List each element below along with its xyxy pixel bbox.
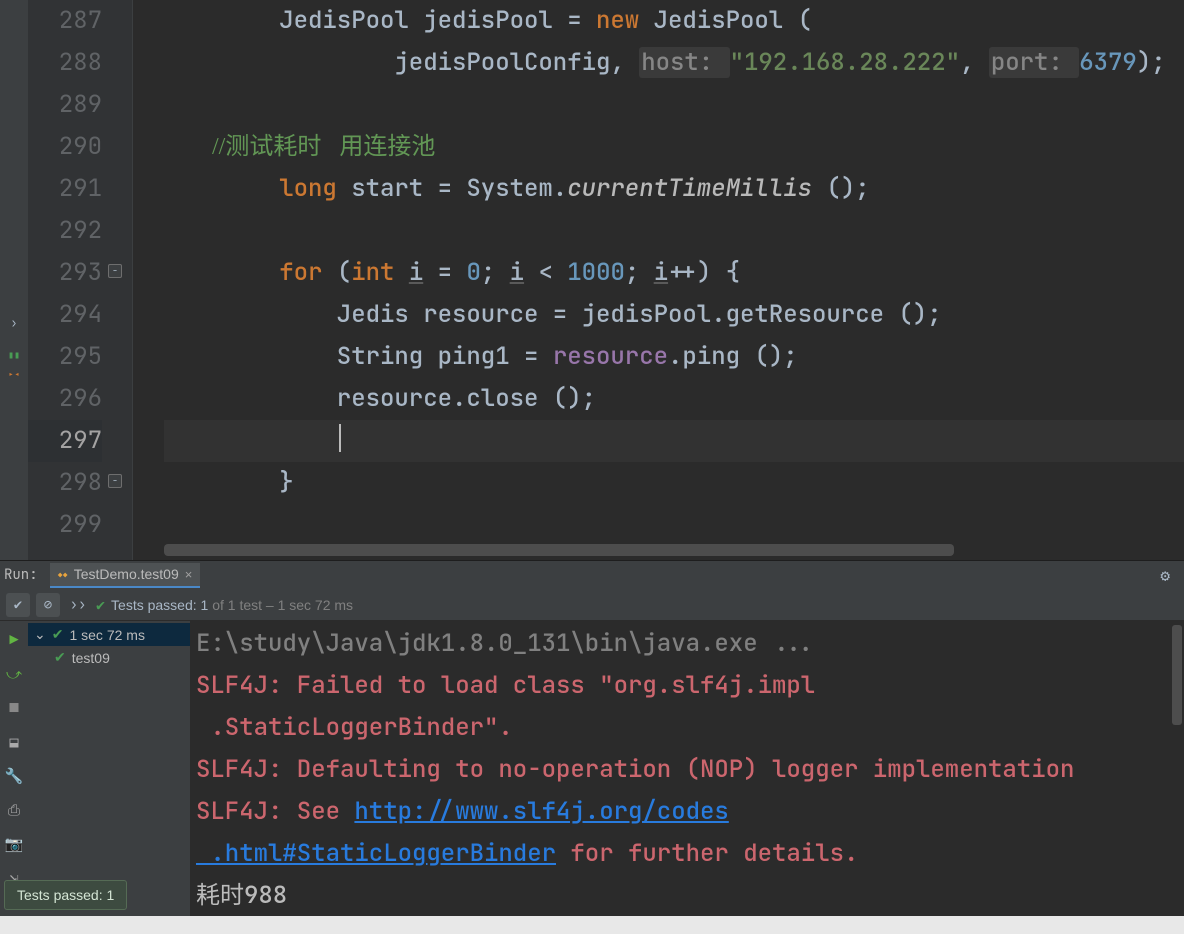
code-line[interactable]: //测试耗时 用连接池 (164, 126, 1184, 168)
line-number: 298− (28, 462, 102, 504)
editor-left-strip: › ▮▮ ▸◂ (0, 0, 28, 560)
code-line[interactable] (164, 210, 1184, 252)
test-config-icon: ⬩⬩ (58, 566, 68, 583)
run-title-label: Run: (4, 566, 38, 584)
settings-button[interactable]: 🔧 (0, 763, 28, 789)
checkmark-icon: ✔ (54, 649, 66, 666)
close-icon[interactable]: × (185, 567, 193, 582)
tests-passed-tooltip: Tests passed: 1 (4, 880, 127, 910)
test-item-label: test09 (72, 650, 110, 666)
code-line[interactable]: resource.close (); (164, 378, 1184, 420)
code-line[interactable]: String ping1 = resource.ping (); (164, 336, 1184, 378)
test-root-row[interactable]: ⌄ ✔ 1 sec 72 ms (28, 623, 190, 646)
tests-status: Tests passed: 1 of 1 test – 1 sec 72 ms (111, 597, 353, 613)
marker-icon: ▮▮ (0, 344, 28, 364)
code-line[interactable]: JedisPool jedisPool = new JedisPool ( (164, 0, 1184, 42)
console-link[interactable]: http://www.slf4j.org/codes (354, 796, 728, 827)
editor-panel: › ▮▮ ▸◂ 287288289290291292293−2942952962… (0, 0, 1184, 560)
console-line: .html#StaticLoggerBinder for further det… (196, 833, 1178, 875)
console-line: 耗时988 (196, 875, 1178, 917)
camera-icon[interactable]: 📷 (0, 831, 28, 857)
fold-toggle-icon[interactable]: − (108, 264, 122, 278)
code-line[interactable]: jedisPoolConfig, host: "192.168.28.222",… (164, 42, 1184, 84)
test-item-row[interactable]: ✔ test09 (28, 646, 190, 669)
gear-icon[interactable]: ⚙ (1160, 565, 1170, 586)
expand-button[interactable]: ›› (66, 593, 90, 617)
fold-toggle-icon[interactable]: − (108, 474, 122, 488)
line-number: 288 (28, 42, 102, 84)
code-line[interactable]: for (int i = 0; i < 1000; i++) { (164, 252, 1184, 294)
toggle-button[interactable]: ⤻ (0, 661, 28, 687)
console-line: SLF4J: Failed to load class "org.slf4j.i… (196, 665, 1178, 707)
show-ignored-button[interactable]: ⊘ (36, 593, 60, 617)
footer-strip (0, 916, 1184, 934)
run-header: Run: ⬩⬩ TestDemo.test09 × ⚙ (0, 561, 1184, 589)
code-line[interactable]: } (164, 462, 1184, 504)
layout-button[interactable]: ⬓ (0, 729, 28, 755)
code-line[interactable]: Jedis resource = jedisPool.getResource (… (164, 294, 1184, 336)
show-passed-button[interactable]: ✔ (6, 593, 30, 617)
expand-icon[interactable]: › (0, 302, 28, 344)
checkmark-icon: ✔ (96, 595, 105, 615)
marker-icon-2: ▸◂ (0, 364, 28, 384)
code-line[interactable] (164, 84, 1184, 126)
console-scrollbar[interactable] (1172, 625, 1182, 725)
run-tab[interactable]: ⬩⬩ TestDemo.test09 × (50, 563, 201, 588)
code-line[interactable] (164, 420, 1184, 462)
line-number: 292 (28, 210, 102, 252)
line-number: 294 (28, 294, 102, 336)
run-toolbar: ✔ ⊘ ›› ✔ Tests passed: 1 of 1 test – 1 s… (0, 589, 1184, 621)
console-link[interactable]: .html#StaticLoggerBinder (196, 838, 556, 869)
code-line[interactable]: long start = System.currentTimeMillis ()… (164, 168, 1184, 210)
tests-passed-text: Tests passed: 1 (111, 597, 208, 613)
stop-button[interactable]: ■ (0, 695, 28, 721)
code-area[interactable]: JedisPool jedisPool = new JedisPool ( je… (164, 0, 1184, 560)
console-line: E:\study\Java\jdk1.8.0_131\bin\java.exe … (196, 623, 1178, 665)
run-tab-label: TestDemo.test09 (74, 566, 179, 582)
line-number: 299 (28, 504, 102, 546)
test-root-time: 1 sec 72 ms (69, 627, 144, 643)
editor-horizontal-scrollbar[interactable] (164, 544, 954, 556)
line-number: 287 (28, 0, 102, 42)
console-line: SLF4J: See http://www.slf4j.org/codes (196, 791, 1178, 833)
checkmark-icon: ✔ (52, 626, 64, 643)
console-line: SLF4J: Defaulting to no-operation (NOP) … (196, 749, 1178, 791)
line-number-gutter[interactable]: 287288289290291292293−294295296297298−29… (28, 0, 133, 560)
rerun-button[interactable]: ▶ (0, 627, 28, 653)
console-output[interactable]: E:\study\Java\jdk1.8.0_131\bin\java.exe … (190, 621, 1184, 934)
run-tool-window: Run: ⬩⬩ TestDemo.test09 × ⚙ ✔ ⊘ ›› ✔ Tes… (0, 560, 1184, 934)
tests-total-text: of 1 test – 1 sec 72 ms (208, 597, 353, 613)
line-number: 296 (28, 378, 102, 420)
caret (339, 424, 341, 452)
line-number: 289 (28, 84, 102, 126)
line-number: 297 (28, 420, 102, 462)
chevron-down-icon: ⌄ (34, 626, 46, 643)
line-number: 291 (28, 168, 102, 210)
console-line: .StaticLoggerBinder". (196, 707, 1178, 749)
line-number: 290 (28, 126, 102, 168)
pin-button[interactable]: ⎙ (0, 797, 28, 823)
code-line[interactable] (164, 504, 1184, 546)
line-number: 295 (28, 336, 102, 378)
line-number: 293− (28, 252, 102, 294)
